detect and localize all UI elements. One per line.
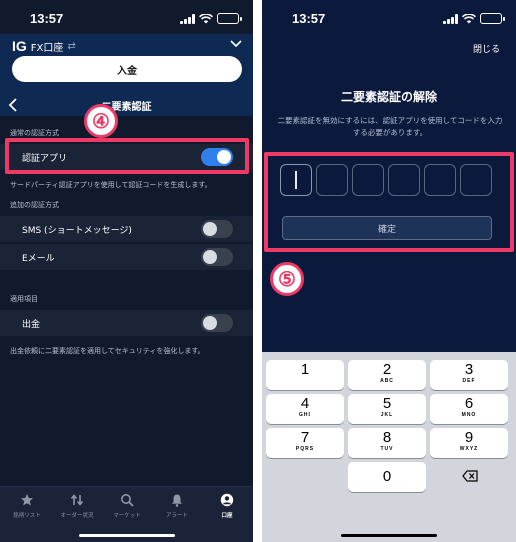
tab-account[interactable]: 口座 bbox=[202, 493, 252, 519]
withdrawal-toggle[interactable] bbox=[201, 314, 233, 332]
chevron-down-icon[interactable] bbox=[229, 36, 243, 50]
email-label: Eメール bbox=[22, 254, 55, 264]
nav-bar: 二要素認証 bbox=[0, 94, 253, 116]
key-number: 9 bbox=[464, 429, 474, 446]
tab-label: アラート bbox=[165, 513, 188, 519]
key-number: 3 bbox=[464, 361, 474, 378]
key-letters: JKL bbox=[380, 412, 394, 418]
tab-bar: 銘柄リスト オーダー状況 マーケット アラート 口座 bbox=[0, 486, 253, 542]
app-header: IG FX口座 ⇄ 入金 bbox=[0, 34, 253, 94]
toggle-knob bbox=[203, 250, 217, 264]
key-number: 5 bbox=[382, 395, 392, 412]
key-letters: ABC bbox=[380, 378, 394, 384]
email-toggle[interactable] bbox=[201, 248, 233, 266]
key-letters: MNO bbox=[461, 412, 477, 418]
section-applies-label: 適用項目 bbox=[10, 295, 38, 303]
section-additional-label: 追加の認証方式 bbox=[10, 201, 59, 209]
status-time: 13:57 bbox=[292, 11, 326, 26]
tab-alerts[interactable]: アラート bbox=[152, 493, 202, 519]
search-icon bbox=[121, 494, 134, 507]
account-name: FX口座 bbox=[30, 42, 64, 54]
bell-icon bbox=[172, 494, 182, 507]
key-letters: DEF bbox=[462, 378, 476, 384]
status-time: 13:57 bbox=[30, 11, 64, 26]
key-9[interactable]: 9 WXYZ bbox=[430, 428, 508, 458]
status-bar: 13:57 bbox=[262, 0, 516, 34]
tab-market[interactable]: マーケット bbox=[102, 493, 152, 519]
tab-watchlist[interactable]: 銘柄リスト bbox=[2, 493, 52, 519]
key-number: 6 bbox=[464, 395, 474, 412]
swap-icon: ⇄ bbox=[67, 40, 76, 52]
withdrawal-label: 出金 bbox=[22, 320, 41, 330]
backspace-icon bbox=[462, 470, 478, 482]
key-number: 2 bbox=[382, 361, 392, 378]
toggle-knob bbox=[203, 222, 217, 236]
key-0[interactable]: 0 bbox=[348, 462, 426, 492]
key-number: 1 bbox=[300, 361, 310, 378]
key-letters: GHI bbox=[299, 412, 311, 418]
key-letters: WXYZ bbox=[459, 446, 479, 452]
key-letters: TUV bbox=[380, 446, 394, 452]
status-icons bbox=[180, 13, 242, 24]
home-indicator bbox=[341, 534, 437, 537]
key-number: 0 bbox=[382, 468, 392, 485]
signal-icon bbox=[180, 13, 195, 24]
key-4[interactable]: 4 GHI bbox=[266, 394, 344, 424]
withdrawal-helper: 出金依頼に二要素認証を適用してセキュリティを強化します。 bbox=[10, 347, 205, 355]
close-button[interactable]: 閉じる bbox=[473, 42, 500, 55]
tab-label: オーダー状況 bbox=[60, 513, 94, 519]
numeric-keypad: 1 2 ABC 3 DEF 4 GHI 5 JKL 6 MNO 7 PQRS 8 TUV 9W… bbox=[262, 352, 516, 542]
page-title: 二要素認証 bbox=[101, 102, 152, 113]
disable-title: 二要素認証の解除 bbox=[340, 90, 437, 104]
key-7[interactable]: 7 PQRS bbox=[266, 428, 344, 458]
account-switcher[interactable]: IG FX口座 ⇄ bbox=[12, 38, 76, 54]
step-badge-4: ④ bbox=[84, 104, 118, 138]
highlight-auth-app bbox=[5, 138, 249, 174]
section-primary-label: 通常の認証方式 bbox=[10, 129, 59, 137]
auth-app-helper: サードパーティ認証アプリを使用して認証コードを生成します。 bbox=[10, 181, 212, 189]
signal-icon bbox=[443, 13, 458, 24]
key-5[interactable]: 5 JKL bbox=[348, 394, 426, 424]
account-icon bbox=[220, 493, 234, 507]
delete-key[interactable] bbox=[430, 462, 508, 492]
settings-screen: 13:57 IG FX口座 ⇄ 入金 二要素認証 通常の認証方式 認証アプリ サ… bbox=[0, 0, 253, 542]
deposit-button[interactable]: 入金 bbox=[12, 56, 242, 82]
key-number: 7 bbox=[300, 429, 310, 446]
disable-description: 二要素認証を無効にするには、認証アプリを使用してコードを入力する必要があります。 bbox=[277, 116, 503, 137]
sms-toggle[interactable] bbox=[201, 220, 233, 238]
wifi-icon bbox=[462, 13, 476, 23]
battery-icon bbox=[217, 13, 242, 24]
row-withdrawal[interactable]: 出金 bbox=[0, 310, 253, 336]
key-number: 8 bbox=[382, 429, 392, 446]
tab-label: 口座 bbox=[221, 513, 233, 519]
tab-label: 銘柄リスト bbox=[13, 513, 41, 519]
key-2[interactable]: 2 ABC bbox=[348, 360, 426, 390]
key-8[interactable]: 8 TUV bbox=[348, 428, 426, 458]
key-number: 4 bbox=[300, 395, 310, 412]
row-email[interactable]: Eメール bbox=[0, 244, 253, 270]
brand-logo: IG bbox=[12, 38, 27, 54]
step-badge-5: ⑤ bbox=[270, 262, 304, 296]
key-1[interactable]: 1 bbox=[266, 360, 344, 390]
arrows-icon bbox=[70, 494, 84, 506]
tab-label: マーケット bbox=[113, 513, 141, 519]
tab-orders[interactable]: オーダー状況 bbox=[52, 493, 102, 519]
status-icons bbox=[443, 13, 505, 24]
status-bar: 13:57 bbox=[0, 0, 253, 34]
home-indicator bbox=[78, 534, 175, 537]
key-3[interactable]: 3 DEF bbox=[430, 360, 508, 390]
highlight-code-entry bbox=[264, 152, 514, 252]
key-6[interactable]: 6 MNO bbox=[430, 394, 508, 424]
toggle-knob bbox=[203, 316, 217, 330]
battery-icon bbox=[480, 13, 505, 24]
star-icon bbox=[21, 494, 33, 506]
key-letters: PQRS bbox=[295, 446, 315, 452]
disable-2fa-screen: 13:57 閉じる 二要素認証の解除 二要素認証を無効にするには、認証アプリを使… bbox=[262, 0, 516, 542]
sms-label: SMS (ショートメッセージ) bbox=[22, 226, 132, 236]
wifi-icon bbox=[199, 13, 213, 23]
row-sms[interactable]: SMS (ショートメッセージ) bbox=[0, 216, 253, 242]
